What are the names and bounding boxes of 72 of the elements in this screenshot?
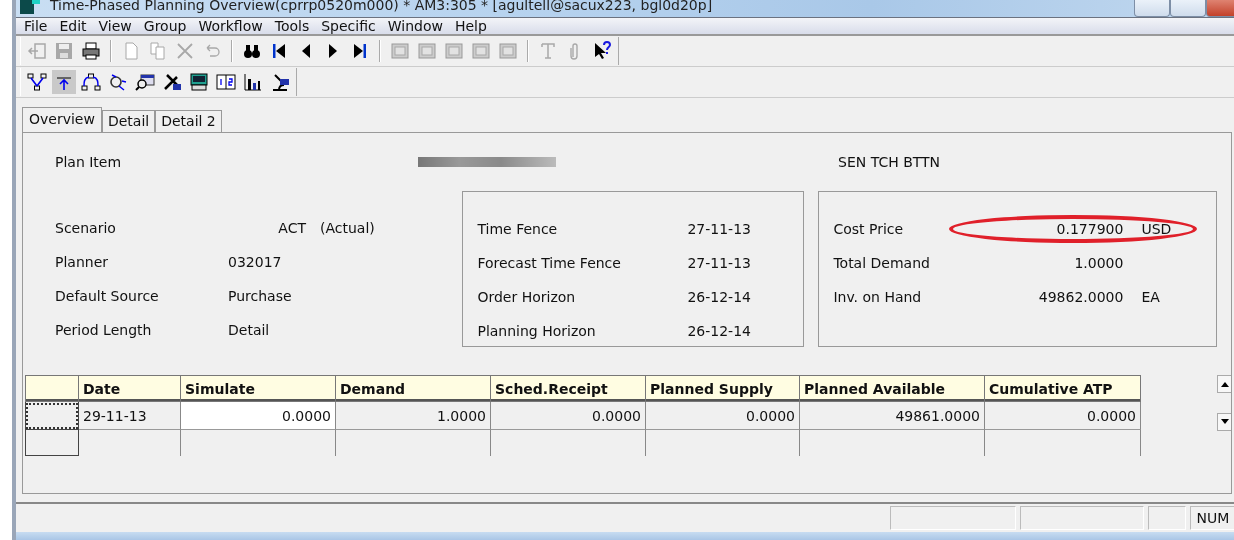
unit-label: USD — [1140, 221, 1172, 237]
unit-label: EA — [1140, 289, 1160, 305]
field-value: 26-12-14 — [687, 289, 752, 305]
minimize-button[interactable] — [1134, 0, 1170, 17]
menu-item[interactable]: Group — [139, 18, 195, 34]
print-icon[interactable] — [81, 41, 101, 61]
bar-chart-icon[interactable] — [243, 72, 263, 92]
field-label: Planning Horizon — [477, 323, 597, 339]
column-header[interactable]: Demand — [336, 376, 491, 402]
field-value: 0.177900 — [1056, 221, 1124, 237]
column-header[interactable]: Date — [79, 376, 181, 402]
column-header[interactable]: Cumulative ATP — [985, 376, 1141, 402]
input-field[interactable]: 0.0000 — [181, 402, 336, 430]
table-cell: 0.0000 — [985, 402, 1141, 430]
field-label: Cost Price — [833, 221, 905, 237]
menu-item[interactable]: Edit — [55, 18, 95, 34]
field-value: ACT — [277, 220, 307, 236]
column-header[interactable]: Sched.Receipt — [491, 376, 646, 402]
field-label: Order Horizon — [477, 289, 577, 305]
up-arrow-icon — [1220, 381, 1229, 387]
field-label: Planner — [55, 254, 110, 270]
maximize-button[interactable] — [1170, 0, 1206, 17]
field-label: Default Source — [55, 288, 160, 304]
status-indicator: NUM — [1190, 506, 1234, 530]
row-selector[interactable] — [25, 402, 79, 430]
field-label: Period Length — [55, 322, 153, 338]
field-label: Plan Item — [55, 154, 123, 170]
row-selector[interactable] — [25, 430, 79, 456]
pages-icon[interactable] — [216, 72, 236, 92]
scroll-up-button[interactable] — [1217, 375, 1231, 393]
scroll-down-button[interactable] — [1217, 413, 1231, 431]
field-label: Total Demand — [833, 255, 931, 271]
table-cell: 29-11-13 — [79, 402, 181, 430]
field-value: Detail — [228, 322, 271, 338]
field-value: 27-11-13 — [687, 255, 752, 271]
item-description: SEN TCH BTTN — [838, 154, 942, 170]
network-icon[interactable] — [81, 72, 101, 92]
field-value: 032017 — [228, 254, 283, 270]
tab[interactable]: Detail 2 — [155, 110, 222, 133]
field-label: Inv. on Hand — [833, 289, 923, 305]
table-cell: 0.0000 — [646, 402, 800, 430]
field-label: Scenario — [55, 220, 117, 236]
down-arrow-icon — [1220, 419, 1229, 425]
menu-item[interactable]: View — [94, 18, 140, 34]
column-header[interactable]: Planned Supply — [646, 376, 800, 402]
field-value: 27-11-13 — [687, 221, 752, 237]
table-cell: 0.0000 — [491, 402, 646, 430]
menu-item[interactable]: Tools — [270, 18, 318, 34]
column-header[interactable]: Planned Available — [800, 376, 985, 402]
menu-item[interactable]: File — [20, 18, 56, 34]
field-value: Purchase — [228, 288, 293, 304]
field-label: Time Fence — [477, 221, 559, 237]
search-window-icon[interactable] — [135, 72, 155, 92]
field-value: 49862.0000 — [1038, 289, 1124, 305]
monitor-icon[interactable] — [189, 72, 209, 92]
column-header[interactable]: Simulate — [181, 376, 336, 402]
help-pointer-icon[interactable] — [592, 41, 612, 61]
menu-item[interactable]: Specific — [317, 18, 384, 34]
magnifier-icon[interactable] — [108, 72, 128, 92]
menu-item[interactable]: Help — [450, 18, 495, 34]
hierarchy-icon[interactable] — [27, 72, 47, 92]
app-icon — [18, 0, 42, 16]
field-note: (Actual) — [320, 220, 376, 236]
field-label: Forecast Time Fence — [477, 255, 622, 271]
status-panel — [1148, 506, 1186, 530]
field-value: 1.0000 — [1074, 255, 1124, 271]
table-cell: 49861.0000 — [800, 402, 985, 430]
table-cell: 1.0000 — [336, 402, 491, 430]
menu-item[interactable]: Window — [383, 18, 451, 34]
field-value: 26-12-14 — [687, 323, 752, 339]
menu-item[interactable]: Workflow — [194, 18, 271, 34]
tab[interactable]: Overview — [22, 107, 102, 133]
